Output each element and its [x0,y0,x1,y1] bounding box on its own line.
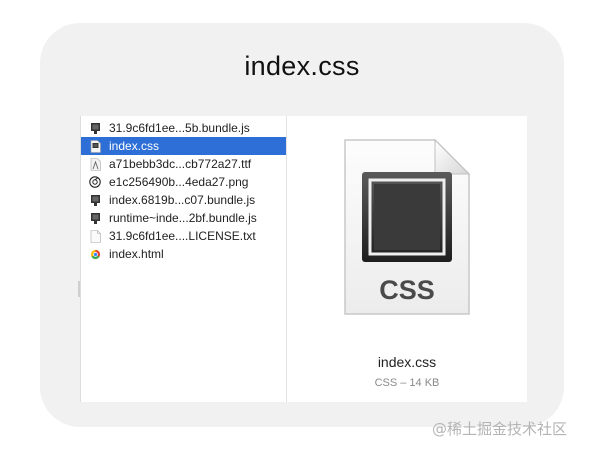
file-row[interactable]: a71bebb3dc...cb772a27.ttf [81,155,286,173]
file-name: 31.9c6fd1ee...5b.bundle.js [109,121,250,135]
watermark: @稀土掘金技术社区 [432,420,568,438]
file-row-selected[interactable]: index.css [81,137,286,155]
file-row[interactable]: 31.9c6fd1ee....LICENSE.txt [81,227,286,245]
js-file-icon [89,193,101,207]
preview-icon-label: CSS [379,275,435,305]
png-file-icon [89,175,101,189]
file-name: index.css [109,139,160,153]
file-name: index.html [109,247,164,261]
js-file-icon [89,121,101,135]
html-file-icon [89,247,101,261]
file-row[interactable]: index.6819b...c07.bundle.js [81,191,286,209]
js-file-icon [89,211,101,225]
file-row[interactable]: runtime~inde...2bf.bundle.js [81,209,286,227]
file-row[interactable]: index.html [81,245,286,263]
finder-column-pane: 31.9c6fd1ee...5b.bundle.js index.css a71… [80,116,527,402]
preview-file-meta: CSS – 14 KB [374,377,440,389]
file-name: index.6819b...c07.bundle.js [109,193,256,207]
text-file-icon [89,229,101,243]
font-file-icon [89,157,101,171]
css-file-icon [89,139,101,153]
file-name: runtime~inde...2bf.bundle.js [109,211,257,225]
window-title: index.css [244,51,360,81]
file-name: a71bebb3dc...cb772a27.ttf [109,157,252,171]
file-list: 31.9c6fd1ee...5b.bundle.js index.css a71… [81,116,287,402]
file-row[interactable]: 31.9c6fd1ee...5b.bundle.js [81,119,286,137]
file-preview: CSS index.css CSS – 14 KB [287,116,527,402]
file-name: 31.9c6fd1ee....LICENSE.txt [109,229,256,243]
preview-file-name: index.css [377,354,437,370]
file-name: e1c256490b...4eda27.png [109,175,249,189]
css-document-icon: CSS [344,138,471,315]
file-row[interactable]: e1c256490b...4eda27.png [81,173,286,191]
